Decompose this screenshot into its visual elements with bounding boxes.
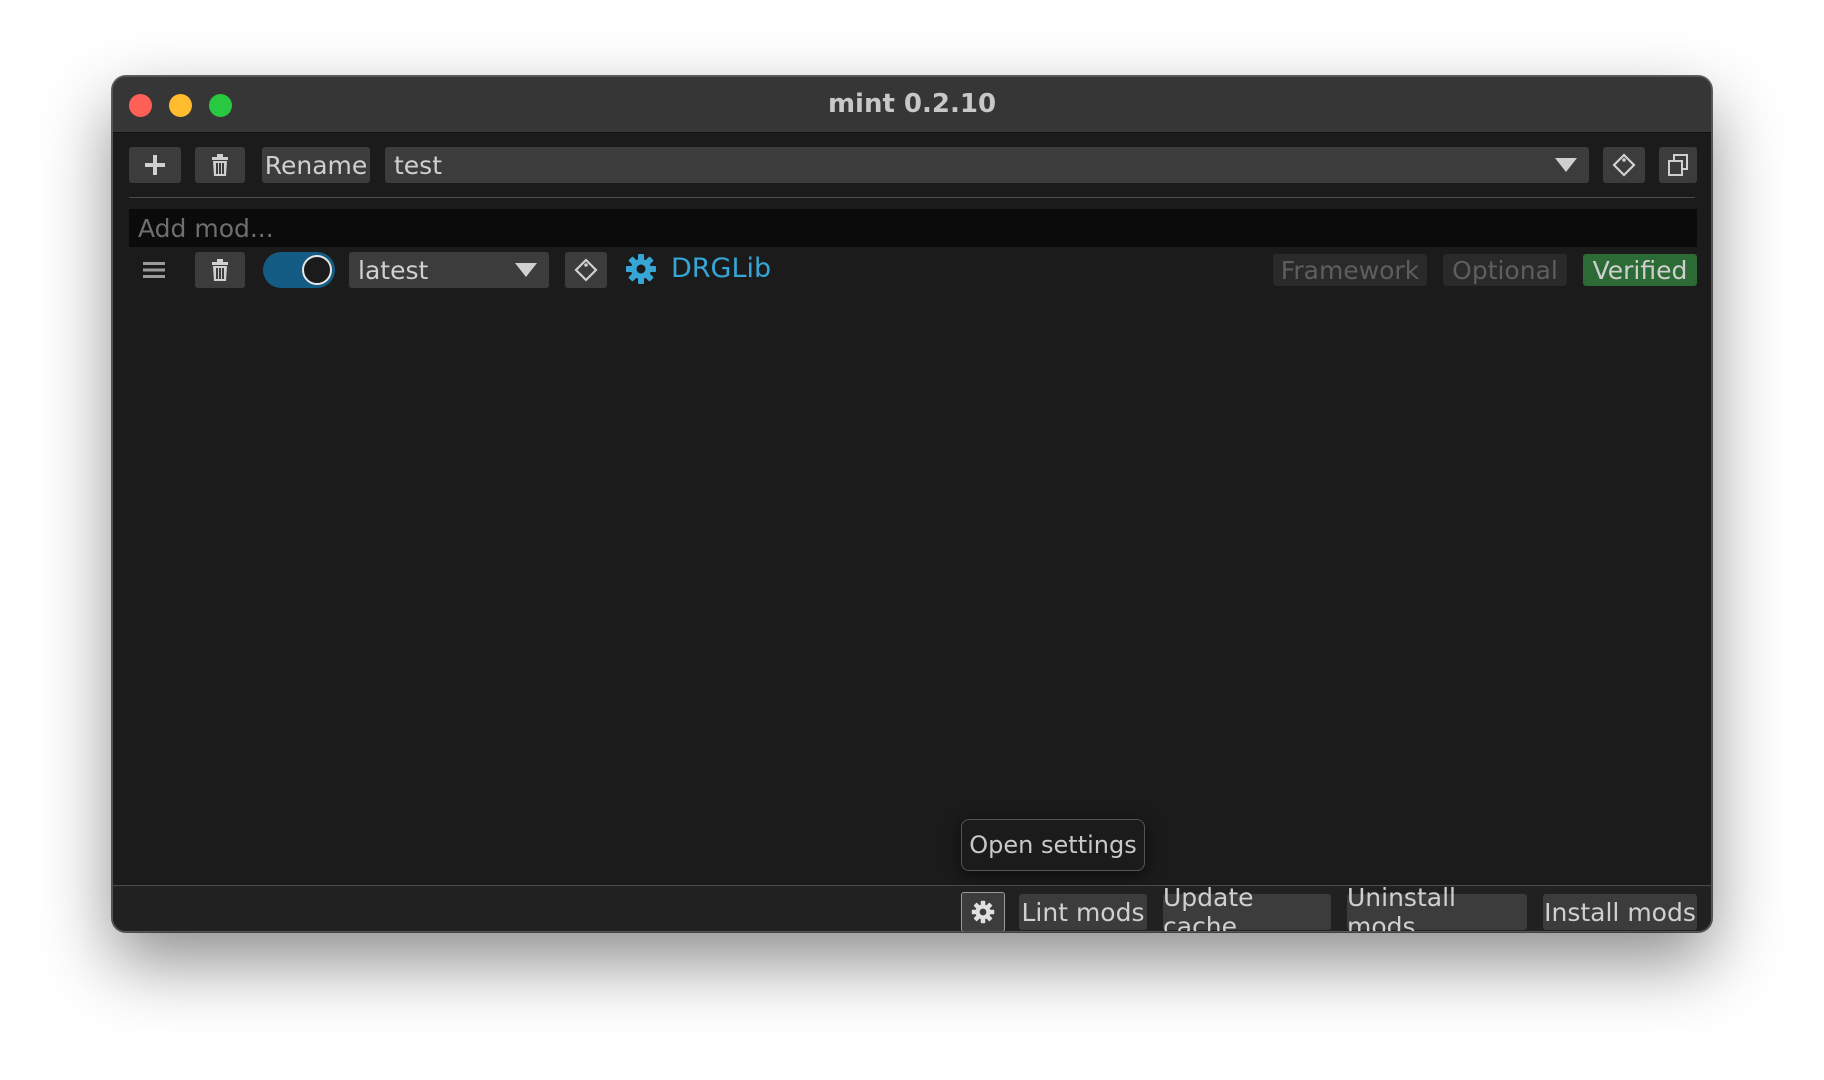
add-mod-input[interactable]: Add mod...: [129, 209, 1697, 247]
tag-icon: [1612, 153, 1636, 177]
profile-select-value: test: [394, 150, 443, 180]
gear-icon: [971, 900, 995, 924]
copy-icon: [1668, 154, 1688, 176]
mod-version-select[interactable]: latest: [349, 252, 549, 288]
profile-tag-button[interactable]: [1603, 147, 1645, 183]
mod-tag-button[interactable]: [565, 252, 607, 288]
uninstall-mods-button[interactable]: Uninstall mods: [1347, 883, 1527, 931]
trash-icon: [212, 259, 228, 281]
plus-icon: [145, 155, 165, 175]
drag-handle-icon[interactable]: [143, 259, 165, 281]
settings-button[interactable]: [961, 892, 1005, 931]
add-mod-placeholder: Add mod...: [138, 213, 274, 243]
mod-name-link[interactable]: DRGLib: [671, 253, 771, 284]
copy-profile-button[interactable]: [1659, 147, 1697, 183]
trash-icon: [212, 154, 228, 176]
app-window: mint 0.2.10 Rename test Add mod... lates…: [112, 76, 1712, 932]
mod-enabled-toggle[interactable]: [263, 252, 335, 288]
lint-mods-button[interactable]: Lint mods: [1019, 894, 1147, 930]
remove-mod-button[interactable]: [195, 252, 245, 288]
tag-icon: [574, 258, 598, 282]
title-bar: mint 0.2.10: [113, 77, 1711, 133]
chevron-down-icon: [515, 263, 537, 277]
tag-framework: Framework: [1273, 254, 1427, 286]
update-cache-button[interactable]: Update cache: [1163, 883, 1331, 931]
toggle-knob: [302, 255, 332, 285]
profile-select[interactable]: test: [385, 147, 1589, 183]
tag-verified: Verified: [1583, 254, 1697, 286]
window-title: mint 0.2.10: [827, 89, 997, 119]
delete-profile-button[interactable]: [195, 147, 245, 183]
settings-tooltip: Open settings: [961, 819, 1145, 871]
bottom-bar: Lint mods Update cache Uninstall mods In…: [113, 883, 1711, 931]
install-mods-button[interactable]: Install mods: [1543, 894, 1697, 930]
toolbar-divider: [129, 197, 1695, 198]
rename-profile-button[interactable]: Rename: [262, 147, 370, 183]
mod-version-value: latest: [358, 255, 429, 285]
add-profile-button[interactable]: [129, 147, 181, 183]
tag-optional: Optional: [1443, 254, 1567, 286]
chevron-down-icon: [1555, 158, 1577, 172]
mod-settings-gear-icon[interactable]: [625, 253, 657, 285]
